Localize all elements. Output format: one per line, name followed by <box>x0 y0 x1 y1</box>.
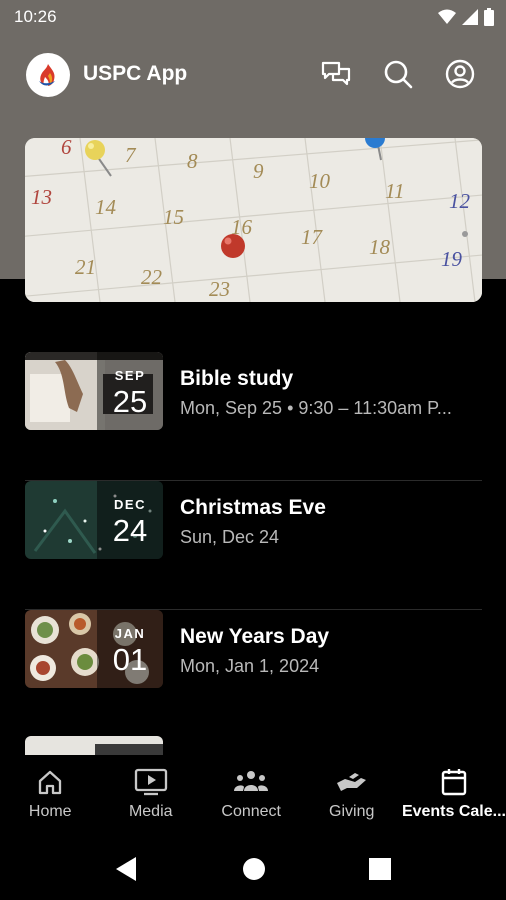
events-list: SEP 25 Bible study Mon, Sep 25 • 9:30 – … <box>25 352 482 738</box>
app-title: USPC App <box>83 62 188 85</box>
event-month: JAN <box>114 626 146 641</box>
cal-num-13: 13 <box>31 185 52 209</box>
cal-num-14: 14 <box>95 195 117 219</box>
nav-connect[interactable]: Connect <box>201 755 301 837</box>
connect-icon <box>234 771 269 791</box>
battery-icon <box>484 8 494 26</box>
cal-num-10: 10 <box>309 169 331 193</box>
cal-num-23: 23 <box>209 277 230 301</box>
home-circle-icon[interactable] <box>242 857 266 881</box>
app-logo[interactable] <box>26 53 70 97</box>
app-bar: USPC App <box>0 46 506 102</box>
event-day: 24 <box>112 513 148 548</box>
system-icons <box>438 8 494 26</box>
nav-media[interactable]: Media <box>100 755 200 837</box>
account-icon <box>445 59 475 89</box>
cal-num-9: 9 <box>253 159 264 183</box>
nav-home[interactable]: Home <box>0 755 100 837</box>
cal-num-18: 18 <box>369 235 391 259</box>
calendar-icon <box>441 769 467 796</box>
cal-num-21: 21 <box>75 255 96 279</box>
nav-events-calendar[interactable]: Events Cale... <box>402 755 506 837</box>
hero-calendar-image[interactable]: 6 7 8 9 10 11 12 13 14 15 16 17 18 19 21… <box>25 138 482 302</box>
nav-home-label: Home <box>28 803 72 820</box>
cal-num-8: 8 <box>187 149 198 173</box>
event-item-christmas-eve[interactable]: DEC 24 Christmas Eve Sun, Dec 24 <box>25 481 482 610</box>
event-title: Christmas Eve <box>180 496 326 519</box>
cal-num-15: 15 <box>163 205 184 229</box>
event-month: SEP <box>114 368 146 383</box>
nav-connect-label: Connect <box>221 803 281 820</box>
nav-media-label: Media <box>128 803 173 820</box>
event-item-partial[interactable] <box>25 736 163 756</box>
event-month: DEC <box>114 497 146 512</box>
calendar-photo: 6 7 8 9 10 11 12 13 14 15 16 17 18 19 21… <box>25 138 482 302</box>
recents-icon[interactable] <box>369 858 391 880</box>
event-subtitle: Sun, Dec 24 <box>180 527 280 547</box>
cal-num-12: 12 <box>449 189 471 213</box>
search-icon <box>384 60 413 89</box>
messages-button[interactable] <box>320 58 352 90</box>
back-icon[interactable] <box>114 856 138 882</box>
media-icon <box>134 768 167 796</box>
cal-num-6: 6 <box>61 138 72 159</box>
nav-giving[interactable]: Giving <box>301 755 401 837</box>
event-day: 01 <box>112 642 148 677</box>
wifi-icon <box>438 9 456 24</box>
cal-num-17: 17 <box>301 225 324 249</box>
app-actions <box>320 58 476 90</box>
messages-icon <box>321 61 351 86</box>
flame-logo-icon <box>39 64 55 86</box>
status-time: 10:26 <box>14 7 57 26</box>
status-bar: 10:26 <box>0 0 506 36</box>
event-item-new-years-day[interactable]: JAN 01 New Years Day Mon, Jan 1, 2024 <box>25 610 482 738</box>
giving-icon <box>336 773 366 791</box>
event-day: 25 <box>112 384 148 419</box>
cal-num-7: 7 <box>125 143 137 167</box>
event-title: New Years Day <box>180 625 330 648</box>
event-item-bible-study[interactable]: SEP 25 Bible study Mon, Sep 25 • 9:30 – … <box>25 352 482 481</box>
cal-num-19: 19 <box>441 247 463 271</box>
cal-num-11: 11 <box>385 179 404 203</box>
search-button[interactable] <box>382 58 414 90</box>
system-navigation-bar <box>0 837 506 900</box>
event-subtitle: Mon, Sep 25 • 9:30 – 11:30am P... <box>180 398 452 418</box>
nav-events-calendar-label: Events Cale... <box>401 803 506 820</box>
profile-button[interactable] <box>444 58 476 90</box>
home-icon <box>39 770 62 795</box>
cal-num-22: 22 <box>141 265 163 289</box>
nav-giving-label: Giving <box>329 803 375 820</box>
bottom-navigation: Home Media Connect Giving Events Cale... <box>0 755 506 837</box>
signal-icon <box>462 9 478 25</box>
event-subtitle: Mon, Jan 1, 2024 <box>180 656 320 676</box>
event-title: Bible study <box>180 367 294 390</box>
